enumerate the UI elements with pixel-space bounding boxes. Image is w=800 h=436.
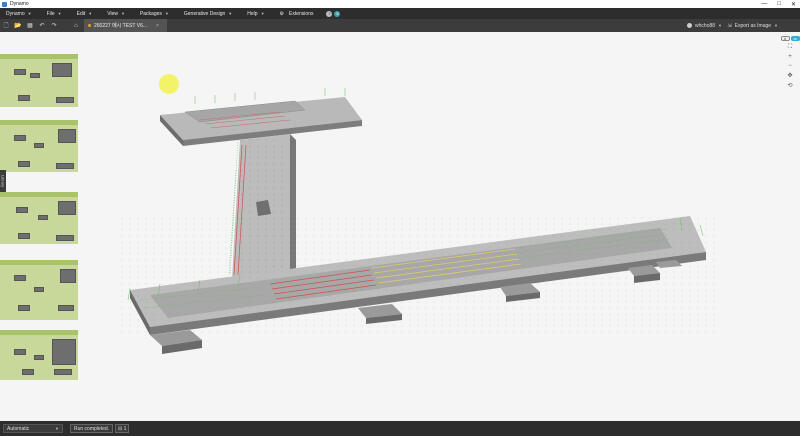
graph-node[interactable] (14, 349, 26, 355)
run-mode-select[interactable]: Automatic ▼ (3, 424, 63, 433)
zoom-in-icon[interactable]: + (788, 54, 792, 60)
library-tab[interactable]: Library (0, 170, 6, 192)
menu-view[interactable]: View ▼ (101, 11, 134, 17)
graph-node[interactable] (60, 269, 76, 283)
help-icon[interactable]: ? (326, 10, 333, 17)
graph-node[interactable] (58, 201, 76, 215)
menu-extensions[interactable]: ⚙ Extensions (274, 11, 323, 17)
avatar-icon (687, 23, 693, 28)
title-bar: Dynamo — □ ✕ (0, 0, 800, 8)
graph-node[interactable] (56, 235, 74, 241)
graph-node[interactable] (30, 73, 40, 78)
tab-workspace[interactable]: 260227 메시 TEST V6... × (84, 19, 167, 32)
graph-node[interactable] (54, 369, 72, 375)
graph-node[interactable] (18, 161, 30, 167)
graph-node[interactable] (18, 233, 30, 239)
graph-node[interactable] (14, 275, 26, 281)
zoom-fit-icon[interactable]: ⛶ (788, 44, 792, 51)
graph-view-toggle[interactable]: ⌘ (780, 36, 790, 41)
window-title: Dynamo (10, 1, 29, 7)
chevron-down-icon: ▼ (88, 11, 93, 16)
window-controls: — □ ✕ (761, 0, 796, 8)
graph-node[interactable] (14, 135, 26, 141)
node-group[interactable] (0, 192, 78, 244)
zoom-out-icon[interactable]: − (788, 63, 792, 69)
menu-packages[interactable]: Packages ▼ (134, 11, 178, 17)
chevron-down-icon: ▼ (55, 426, 59, 431)
graph-node[interactable] (18, 95, 30, 101)
user-account[interactable]: whcho88 ▼ (687, 19, 722, 32)
notification-badge[interactable]: 5 (334, 10, 341, 17)
menu-bar: Dynamo ▼ File ▼ Edit ▼ View ▼ Packages ▼ Gene… (0, 8, 800, 19)
graph-node[interactable] (34, 355, 44, 360)
node-group[interactable] (0, 260, 78, 320)
minimize-button[interactable]: — (761, 1, 767, 7)
graph-node[interactable] (52, 339, 76, 365)
graph-canvas[interactable]: Library ⌘ 3D ⛶ + − ✥ ⟲ (0, 32, 800, 421)
pan-icon[interactable]: ✥ (787, 72, 792, 79)
node-group[interactable] (0, 54, 78, 107)
save-file-icon[interactable]: ▦ (24, 19, 36, 32)
export-label: Export as Image (734, 22, 772, 29)
undo-icon[interactable]: ↶ (36, 19, 48, 32)
menu-dynamo[interactable]: Dynamo ▼ (0, 11, 41, 17)
background-preview-toggle[interactable]: 3D (790, 36, 800, 41)
chevron-down-icon: ▼ (774, 23, 778, 28)
preview-toggle[interactable]: ⌘ 3D (780, 36, 800, 41)
graph-node[interactable] (58, 305, 74, 311)
menu-edit[interactable]: Edit ▼ (71, 11, 102, 17)
chevron-down-icon: ▼ (27, 11, 32, 16)
close-button[interactable]: ✕ (791, 1, 796, 8)
chevron-down-icon: ▼ (718, 23, 722, 28)
graph-node[interactable] (58, 129, 76, 143)
graph-node[interactable] (14, 69, 26, 75)
export-icon: ⇲ (727, 22, 732, 29)
graph-node[interactable] (18, 305, 30, 311)
close-tab-button[interactable]: × (156, 23, 159, 29)
extensions-icon: ⚙ (279, 10, 285, 17)
graph-node[interactable] (52, 63, 72, 77)
light-source-marker (159, 74, 179, 94)
new-file-icon[interactable]: 🗋 (0, 19, 12, 32)
redo-icon[interactable]: ↷ (48, 19, 60, 32)
toolbar: 🗋 📂 ▦ ↶ ↷ ⌂ 260227 메시 TEST V6... × whcho… (0, 19, 800, 32)
node-group[interactable] (0, 120, 78, 172)
chevron-down-icon: ▼ (260, 11, 265, 16)
3d-background-preview (120, 74, 720, 354)
home-icon[interactable]: ⌂ (70, 19, 82, 32)
unsaved-indicator (88, 24, 91, 27)
menu-file[interactable]: File ▼ (41, 11, 71, 17)
navigation-controls: ⌘ 3D ⛶ + − ✥ ⟲ (780, 32, 800, 92)
chevron-down-icon: ▼ (57, 11, 62, 16)
graph-node[interactable] (56, 97, 74, 103)
maximize-button[interactable]: □ (777, 1, 781, 7)
export-button[interactable]: ⇲ Export as Image ▼ (727, 19, 778, 32)
chevron-down-icon: ▼ (164, 11, 169, 16)
graph-node[interactable] (34, 287, 44, 292)
user-name: whcho88 (695, 22, 716, 29)
status-bar: Automatic ▼ Run completed. ⊟ 1 (0, 421, 800, 436)
chevron-down-icon: ▼ (120, 11, 125, 16)
tab-title: 260227 메시 TEST V6... (94, 23, 148, 29)
menu-help[interactable]: Help ▼ (241, 11, 273, 17)
graph-node[interactable] (22, 369, 34, 375)
dynamo-logo-icon (2, 1, 7, 7)
run-count-badge: ⊟ 1 (115, 424, 130, 433)
graph-node[interactable] (34, 143, 44, 148)
run-status-label: Run completed. (70, 424, 114, 433)
graph-node[interactable] (16, 207, 28, 213)
open-file-icon[interactable]: 📂 (12, 19, 24, 32)
run-mode-value: Automatic (7, 425, 30, 432)
menu-generative-design[interactable]: Generative Design ▼ (178, 11, 241, 17)
orbit-icon[interactable]: ⟲ (787, 82, 792, 89)
graph-node[interactable] (56, 163, 74, 169)
graph-node[interactable] (38, 215, 48, 220)
node-group[interactable] (0, 330, 78, 380)
chevron-down-icon: ▼ (228, 11, 233, 16)
